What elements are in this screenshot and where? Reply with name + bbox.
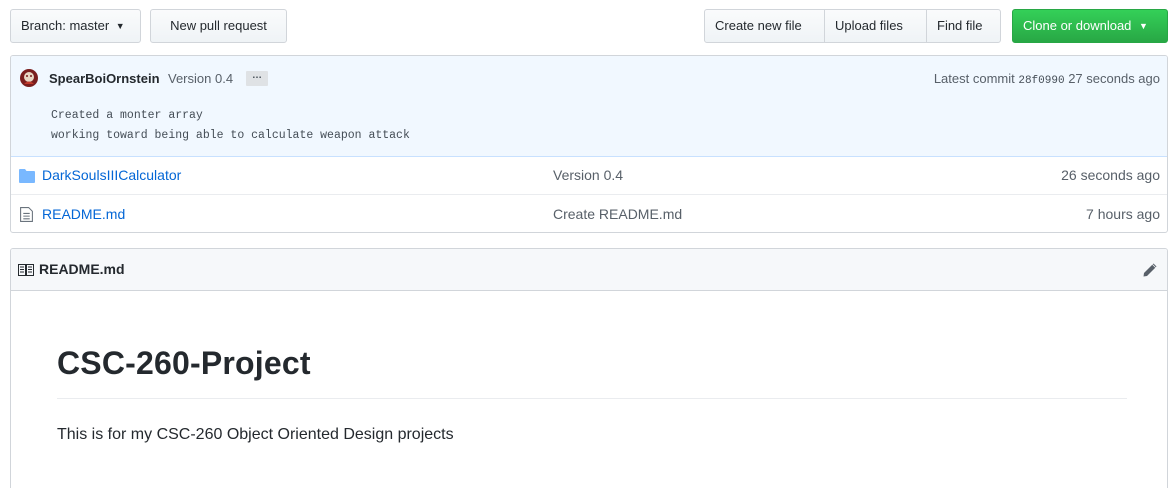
commit-description: Created a monter array working toward be…: [51, 109, 410, 142]
folder-icon: [19, 169, 35, 183]
latest-commit-info: Latest commit 28f0990 27 seconds ago: [934, 71, 1160, 87]
commit-sha-link[interactable]: 28f0990: [1018, 75, 1064, 87]
readme-paragraph: This is for my CSC-260 Object Oriented D…: [57, 426, 454, 443]
expand-commit-button[interactable]: …: [246, 71, 268, 86]
file-commit-message[interactable]: Create README.md: [553, 206, 682, 222]
readme-header: README.md: [11, 249, 1167, 291]
file-age: 26 seconds ago: [1061, 167, 1160, 183]
caret-down-icon: ▼: [115, 21, 125, 31]
branch-name: master: [69, 18, 110, 33]
file-listing: SpearBoiOrnstein Version 0.4 … Latest co…: [10, 55, 1168, 233]
file-row: DarkSoulsIIICalculator Version 0.4 26 se…: [11, 157, 1167, 195]
file-name-link[interactable]: DarkSoulsIIICalculator: [42, 167, 181, 183]
readme-filename: README.md: [39, 261, 125, 277]
file-name-link[interactable]: README.md: [42, 206, 125, 222]
readme-panel: README.md CSC-260-Project This is for my…: [10, 248, 1168, 488]
commit-title-link[interactable]: Version 0.4: [168, 71, 233, 86]
caret-down-icon: ▼: [1139, 21, 1148, 31]
clone-label: Clone or download: [1023, 18, 1132, 33]
pencil-icon[interactable]: [1142, 262, 1158, 278]
file-age: 7 hours ago: [1086, 206, 1160, 222]
file-row: README.md Create README.md 7 hours ago: [11, 196, 1167, 232]
branch-select-button[interactable]: Branch: master ▼: [10, 9, 141, 43]
clone-or-download-button[interactable]: Clone or download ▼: [1012, 9, 1168, 43]
latest-commit-panel: SpearBoiOrnstein Version 0.4 … Latest co…: [11, 56, 1167, 157]
commit-author-link[interactable]: SpearBoiOrnstein: [49, 71, 160, 86]
latest-commit-label: Latest commit: [933, 71, 1015, 86]
file-icon: [20, 207, 33, 222]
commit-age: 27 seconds ago: [1068, 71, 1160, 86]
author-avatar[interactable]: [19, 68, 39, 88]
create-new-file-button[interactable]: Create new file: [704, 9, 825, 43]
upload-files-button[interactable]: Upload files: [824, 9, 927, 43]
file-commit-message[interactable]: Version 0.4: [553, 167, 623, 183]
branch-label: Branch:: [21, 18, 66, 33]
readme-heading: CSC-260-Project: [57, 345, 311, 381]
find-file-button[interactable]: Find file: [926, 9, 1001, 43]
book-icon: [18, 264, 34, 276]
file-navigation-toolbar: Branch: master ▼ New pull request Create…: [10, 9, 1168, 43]
new-pull-request-button[interactable]: New pull request: [150, 9, 287, 43]
heading-divider: [57, 398, 1127, 399]
